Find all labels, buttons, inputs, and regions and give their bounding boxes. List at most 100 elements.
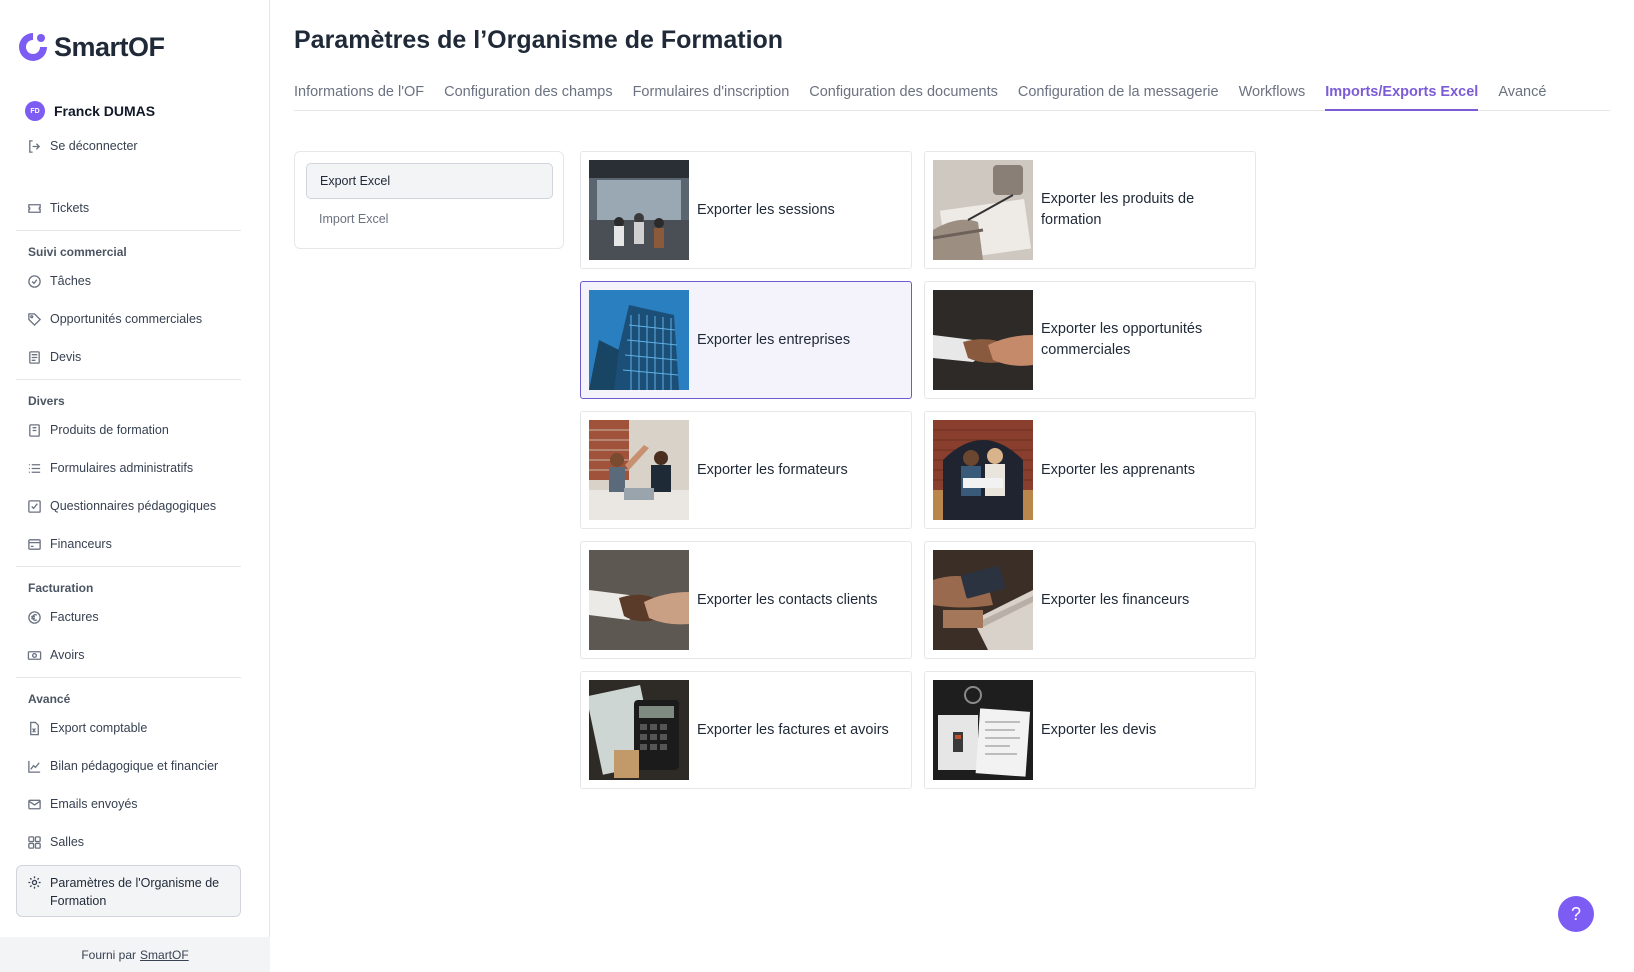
sidebar-item-bilan[interactable]: Bilan pédagogique et financier [26,755,218,777]
app-name: SmartOF [54,31,165,62]
sidebar-item-opportunites[interactable]: Opportunités commerciales [26,308,202,330]
user-profile[interactable]: FD Franck DUMAS [25,101,155,121]
sidebar-item-label: Opportunités commerciales [50,312,203,326]
produits-photo [933,160,1033,260]
export-card-formateurs[interactable]: Exporter les formateurs [580,411,912,529]
gear-icon [27,875,42,891]
export-card-label: Exporter les financeurs [1041,591,1190,608]
sidebar-item-emails[interactable]: Emails envoyés [26,793,138,815]
book-icon [26,422,42,438]
euro-icon [26,609,42,625]
checkbox-icon [26,498,42,514]
tab-bar: Informations de l'OF Configuration des c… [294,84,1610,111]
financeurs-photo [933,550,1033,650]
export-card-financeurs[interactable]: Exporter les financeurs [924,541,1256,659]
export-card-entreprises[interactable]: Exporter les entreprises [580,281,912,399]
sidebar-item-label: Factures [50,610,99,624]
export-card-sessions[interactable]: Exporter les sessions [580,151,912,269]
page-title: Paramètres de l’Organisme de Formation [294,26,784,54]
section-title-facturation: Facturation [28,581,94,595]
logout-icon [26,138,42,154]
export-card-label: Exporter les factures et avoirs [697,721,889,738]
banknote-icon [26,647,42,663]
sidebar-item-label: Tâches [50,274,91,288]
section-title-avance: Avancé [28,692,71,706]
tab-workflows[interactable]: Workflows [1239,84,1306,111]
sidebar-item-label: Salles [50,835,85,849]
sidebar-item-questionnaires[interactable]: Questionnaires pédagogiques [26,495,216,517]
subnav-import-excel[interactable]: Import Excel [306,201,553,237]
logout-label: Se déconnecter [50,139,138,153]
tab-avance[interactable]: Avancé [1498,84,1546,111]
tab-formulaires-inscription[interactable]: Formulaires d'inscription [633,84,790,111]
help-button[interactable]: ? [1558,896,1594,932]
sidebar-item-label: Questionnaires pédagogiques [50,499,217,513]
sidebar-item-tickets[interactable]: Tickets [26,197,89,219]
sidebar-item-parametres[interactable]: Paramètres de l'Organisme de Formation [16,865,241,917]
sidebar-item-financeurs[interactable]: Financeurs [26,533,112,555]
opportunites-photo [933,290,1033,390]
sidebar-item-salles[interactable]: Salles [26,831,84,853]
sidebar-item-devis[interactable]: Devis [26,346,81,368]
sidebar-item-factures[interactable]: Factures [26,606,99,628]
sidebar-item-avoirs[interactable]: Avoirs [26,644,85,666]
export-card-label: Exporter les produits de formation [1041,191,1195,228]
trend-chart-icon [26,758,42,774]
sidebar-item-label: Bilan pédagogique et financier [50,759,219,773]
footer-link[interactable]: SmartOF [140,948,189,962]
sidebar-item-export-comptable[interactable]: Export comptable [26,717,147,739]
tag-icon [26,311,42,327]
sessions-photo [589,160,689,260]
sidebar-item-label: Paramètres de l'Organisme de Formation [50,876,220,908]
logout-link[interactable]: Se déconnecter [26,135,138,157]
apprenants-photo [933,420,1033,520]
ticket-icon [26,200,42,216]
divider [16,379,241,380]
export-card-contacts-clients[interactable]: Exporter les contacts clients [580,541,912,659]
sidebar-item-label: Avoirs [50,648,85,662]
sidebar-item-label: Formulaires administratifs [50,461,194,475]
tab-configuration-champs[interactable]: Configuration des champs [444,84,612,111]
avatar: FD [25,101,45,121]
tab-configuration-messagerie[interactable]: Configuration de la messagerie [1018,84,1219,111]
factures-photo [589,680,689,780]
smartof-logo-icon [19,33,47,61]
export-card-produits[interactable]: Exporter les produits de formation [924,151,1256,269]
divider [16,230,241,231]
formateurs-photo [589,420,689,520]
export-card-label: Exporter les contacts clients [697,591,878,608]
footer-prefix: Fourni par [81,947,137,962]
export-card-label: Exporter les entreprises [697,331,851,348]
subnav-export-excel[interactable]: Export Excel [306,163,553,199]
contacts-clients-photo [589,550,689,650]
credit-card-icon [26,536,42,552]
sidebar-item-produits[interactable]: Produits de formation [26,419,169,441]
export-card-devis[interactable]: Exporter les devis [924,671,1256,789]
export-card-label: Exporter les opportunités commerciales [1041,321,1203,358]
export-card-factures[interactable]: Exporter les factures et avoirs [580,671,912,789]
grid-icon [26,834,42,850]
document-icon [26,349,42,365]
devis-photo [933,680,1033,780]
sidebar-item-label: Produits de formation [50,423,169,437]
sidebar-item-formulaires[interactable]: Formulaires administratifs [26,457,193,479]
tab-informations[interactable]: Informations de l'OF [294,84,424,111]
entreprises-photo [589,290,689,390]
sidebar-item-label: Financeurs [50,537,112,551]
sidebar-footer: Fourni par SmartOF [0,937,270,972]
subnav-panel: Export Excel Import Excel [294,151,564,249]
export-card-apprenants[interactable]: Exporter les apprenants [924,411,1256,529]
sidebar-item-label: Devis [50,350,82,364]
file-excel-icon [26,720,42,736]
sidebar-item-label: Emails envoyés [50,797,138,811]
export-card-label: Exporter les sessions [697,201,835,218]
tab-imports-exports[interactable]: Imports/Exports Excel [1325,84,1479,111]
check-circle-icon [26,273,42,289]
user-name: Franck DUMAS [54,103,156,119]
logo[interactable]: SmartOF [16,30,165,64]
tab-configuration-documents[interactable]: Configuration des documents [809,84,998,111]
sidebar-item-taches[interactable]: Tâches [26,270,91,292]
export-card-opportunites[interactable]: Exporter les opportunités commerciales [924,281,1256,399]
mail-icon [26,796,42,812]
divider [16,566,241,567]
